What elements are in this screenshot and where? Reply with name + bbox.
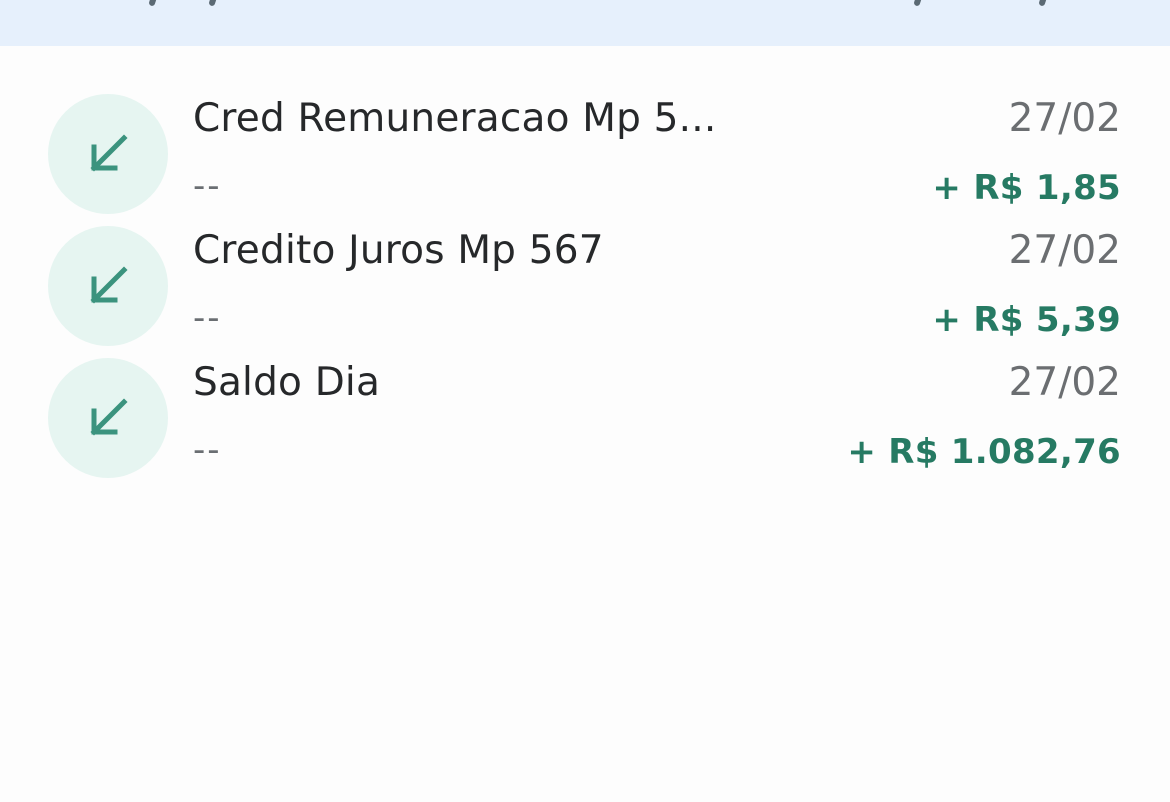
transaction-date: 27/02	[1008, 228, 1121, 273]
transaction-date: 27/02	[1008, 360, 1121, 405]
clipped-text-fragment	[1038, 0, 1048, 7]
clipped-text-fragment	[208, 0, 218, 7]
clipped-text-fragment	[913, 0, 923, 7]
transaction-amount: + R$ 1.082,76	[847, 432, 1121, 472]
arrow-down-left-icon	[90, 134, 128, 172]
arrow-down-left-icon	[90, 398, 128, 436]
transaction-date: 27/02	[1008, 96, 1121, 141]
arrow-down-left-icon	[90, 266, 128, 304]
transaction-row[interactable]: Cred Remuneracao Mp 5... -- 27/02 + R$ 1…	[0, 46, 1170, 214]
transaction-row[interactable]: Credito Juros Mp 567 -- 27/02 + R$ 5,39	[0, 178, 1170, 346]
clipped-text-fragment	[148, 0, 158, 7]
transaction-title: Saldo Dia	[193, 360, 381, 405]
transaction-subtitle: --	[193, 430, 222, 470]
transaction-row[interactable]: Saldo Dia -- 27/02 + R$ 1.082,76	[0, 310, 1170, 478]
transaction-title: Credito Juros Mp 567	[193, 228, 604, 273]
incoming-transaction-icon-badge	[48, 358, 168, 478]
top-banner	[0, 0, 1170, 46]
transaction-title: Cred Remuneracao Mp 5...	[193, 96, 717, 141]
